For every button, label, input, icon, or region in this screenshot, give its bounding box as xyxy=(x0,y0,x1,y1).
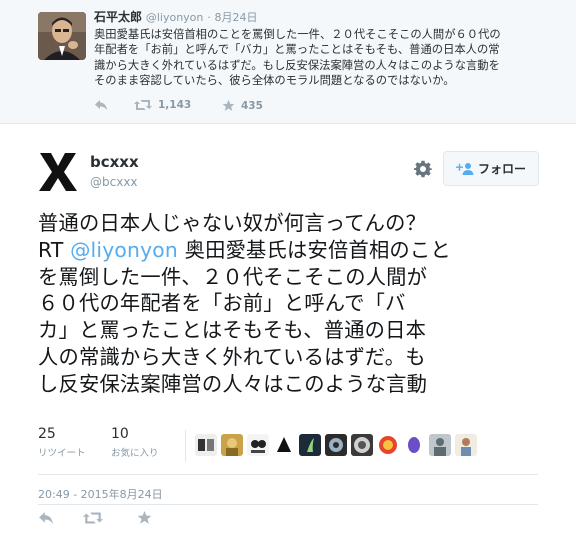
reply-icon xyxy=(39,512,53,524)
follow-button[interactable]: フォロー xyxy=(443,151,539,186)
settings-button[interactable] xyxy=(414,160,432,178)
retweet-icon xyxy=(134,100,152,110)
liker-avatar[interactable] xyxy=(429,434,451,456)
quoted-tweet[interactable]: 石平太郎 @liyonyon · 8月24日 奥田愛基氏は安倍首相のことを罵倒し… xyxy=(0,0,576,124)
liker-avatar[interactable] xyxy=(299,434,321,456)
author-name[interactable]: bcxxx xyxy=(90,153,139,171)
retweet-button[interactable] xyxy=(83,510,103,529)
star-icon xyxy=(137,510,152,524)
retweet-stat[interactable]: 25 リツイート xyxy=(38,426,86,459)
quoted-favorite-count: 435 xyxy=(241,99,263,112)
quoted-text-line: 識から大きく外れているはずだ。もし反安保法案陣営の人々はこのような言動を xyxy=(94,58,500,72)
liker-avatar[interactable] xyxy=(273,434,295,456)
quoted-favorite-button[interactable]: 435 xyxy=(222,99,263,112)
gear-icon xyxy=(414,160,432,178)
liker-avatars xyxy=(195,434,477,456)
liker-avatar[interactable] xyxy=(403,434,425,456)
tweet-text-line: RT @liyonyon 奥田愛基氏は安倍首相のこと xyxy=(38,237,558,264)
liker-avatar[interactable] xyxy=(221,434,243,456)
quoted-retweet-button[interactable]: 1,143 xyxy=(134,99,191,111)
quoted-author-name[interactable]: 石平太郎 xyxy=(94,10,142,24)
liker-avatar[interactable] xyxy=(195,434,217,456)
favorite-stat-count: 10 xyxy=(111,426,129,442)
quoted-retweet-count: 1,143 xyxy=(158,99,192,111)
favorite-stat[interactable]: 10 お気に入り xyxy=(111,426,159,459)
liker-avatar[interactable] xyxy=(247,434,269,456)
tweet-text: 普通の日本人じゃない奴が何言ってんの？ RT @liyonyon 奥田愛基氏は安… xyxy=(38,210,558,398)
tweet-timestamp[interactable]: 20:49 - 2015年8月24日 xyxy=(38,486,163,502)
quoted-tweet-text: 奥田愛基氏は安倍首相のことを罵倒した一件、２０代そこそこの人間が６０代の 年配者… xyxy=(94,27,564,89)
stats-divider xyxy=(185,430,186,462)
quoted-text-line: 年配者を「お前」と呼んで「バカ」と罵ったことはそもそも、普通の日本人の常 xyxy=(94,43,500,57)
tweet-text-line: 人の常識から大きく外れているはずだ。も xyxy=(38,344,426,369)
follow-label: フォロー xyxy=(477,162,526,176)
retweet-icon xyxy=(83,512,103,524)
tweet-text-line: カ」と罵ったことはそもそも、普通の日本 xyxy=(38,318,427,343)
avatar[interactable] xyxy=(38,152,78,192)
quoted-text-line: 奥田愛基氏は安倍首相のことを罵倒した一件、２０代そこそこの人間が６０代の xyxy=(94,28,501,41)
reply-icon xyxy=(95,100,107,110)
mention-link[interactable]: @liyonyon xyxy=(70,238,178,262)
quoted-date[interactable]: 8月24日 xyxy=(215,11,258,24)
retweet-prefix: RT xyxy=(38,237,71,262)
divider xyxy=(38,474,538,475)
tweet-text-line: し反安保法案陣営の人々はこのような言動 xyxy=(38,371,428,396)
liker-avatar[interactable] xyxy=(377,434,399,456)
tweet-text-fragment: 奥田愛基氏は安倍首相のこと xyxy=(184,237,451,262)
tweet-text-line: ６０代の年配者を「お前」と呼んで「バ xyxy=(38,291,406,316)
star-icon xyxy=(222,99,235,111)
divider xyxy=(38,504,538,505)
liker-avatar[interactable] xyxy=(455,434,477,456)
separator-dot: · xyxy=(207,11,211,24)
quoted-avatar[interactable] xyxy=(38,12,86,60)
favorite-stat-label: お気に入り xyxy=(111,448,159,459)
main-tweet: bcxxx @bcxxx フォロー 普通の日本人じゃない奴が何言ってんの？ RT… xyxy=(0,124,576,549)
add-user-icon xyxy=(455,162,474,175)
reply-button[interactable] xyxy=(38,510,54,529)
tweet-text-line: 普通の日本人じゃない奴が何言ってんの？ xyxy=(38,211,427,235)
retweet-stat-label: リツイート xyxy=(38,448,86,459)
favorite-button[interactable] xyxy=(137,510,152,529)
liker-avatar[interactable] xyxy=(325,434,347,456)
author-handle[interactable]: @bcxxx xyxy=(90,175,138,189)
liker-avatar[interactable] xyxy=(351,434,373,456)
retweet-stat-count: 25 xyxy=(38,426,56,442)
quoted-text-line: そのまま容認していたら、彼ら全体のモラル問題となるのではないか。 xyxy=(94,74,455,88)
x-logo-icon xyxy=(39,153,77,191)
tweet-text-line: を罵倒した一件、２０代そこそこの人間が xyxy=(38,264,428,289)
quoted-author-handle[interactable]: @liyonyon xyxy=(146,11,204,24)
quoted-reply-button[interactable] xyxy=(94,99,108,111)
